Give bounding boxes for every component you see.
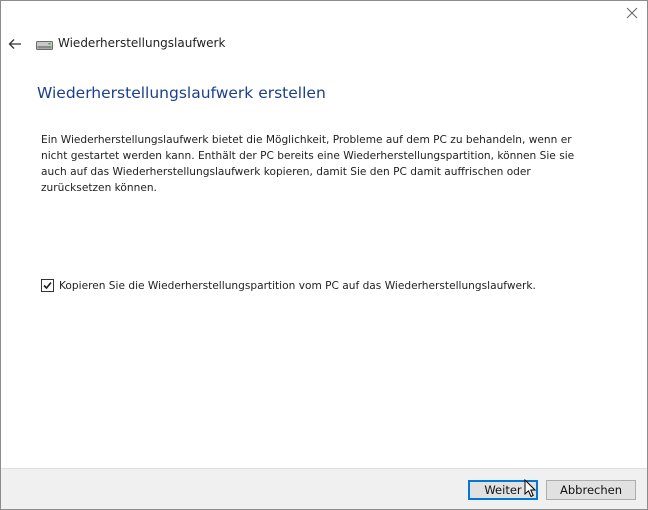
drive-icon (36, 41, 53, 50)
close-button[interactable] (621, 3, 643, 23)
copy-partition-option[interactable]: Kopieren Sie die Wiederherstellungsparti… (41, 279, 536, 292)
copy-partition-checkbox[interactable] (41, 279, 54, 292)
close-icon (626, 7, 638, 19)
page-title: Wiederherstellungslaufwerk erstellen (37, 84, 326, 102)
recovery-drive-window: Wiederherstellungslaufwerk Wiederherstel… (0, 0, 648, 510)
next-button[interactable]: Weiter (468, 480, 538, 500)
button-bar: Weiter Abbrechen (1, 468, 647, 509)
back-button[interactable] (5, 34, 25, 54)
description-text: Ein Wiederherstellungslaufwerk bietet di… (41, 134, 575, 194)
back-arrow-icon (8, 39, 21, 49)
header-row: Wiederherstellungslaufwerk (1, 33, 647, 55)
window-title: Wiederherstellungslaufwerk (58, 36, 226, 50)
copy-partition-label[interactable]: Kopieren Sie die Wiederherstellungsparti… (59, 280, 536, 292)
cancel-button[interactable]: Abbrechen (546, 480, 636, 500)
checkmark-icon (43, 281, 52, 290)
